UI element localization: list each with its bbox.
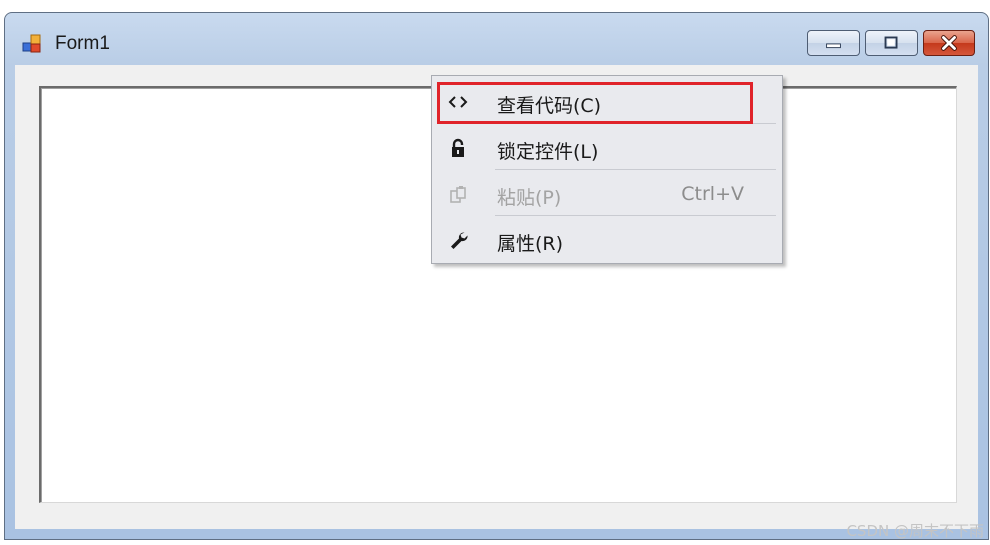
- menu-separator: [495, 215, 776, 216]
- title-bar[interactable]: Form1: [5, 13, 988, 65]
- close-button[interactable]: [923, 30, 975, 56]
- watermark: CSDN @周末不下雨: [846, 522, 984, 540]
- highlight-box: [437, 82, 753, 124]
- menu-item-label: 粘贴(P): [497, 187, 562, 209]
- maximize-button[interactable]: [865, 30, 918, 56]
- menu-item-paste[interactable]: 粘贴(P) Ctrl+V: [432, 172, 782, 216]
- minimize-button[interactable]: [807, 30, 860, 56]
- menu-item-shortcut: Ctrl+V: [681, 183, 744, 205]
- lock-icon: [452, 138, 464, 157]
- menu-item-properties[interactable]: 属性(R): [432, 218, 782, 262]
- screen: Form1 查看代码(C) 锁定控件(L) 粘贴(P) Ctrl+V 属性(R)…: [0, 0, 990, 545]
- menu-item-label: 锁定控件(L): [497, 141, 599, 163]
- close-icon: [941, 35, 957, 51]
- menu-separator: [495, 169, 776, 170]
- window-title: Form1: [55, 33, 110, 54]
- wrench-icon: [451, 232, 468, 249]
- paste-icon: [450, 186, 466, 203]
- menu-item-lock-controls[interactable]: 锁定控件(L): [432, 126, 782, 170]
- winform-app-icon: [22, 34, 41, 53]
- minimize-icon: [826, 43, 841, 49]
- maximize-icon: [884, 36, 898, 49]
- menu-item-label: 属性(R): [497, 233, 564, 255]
